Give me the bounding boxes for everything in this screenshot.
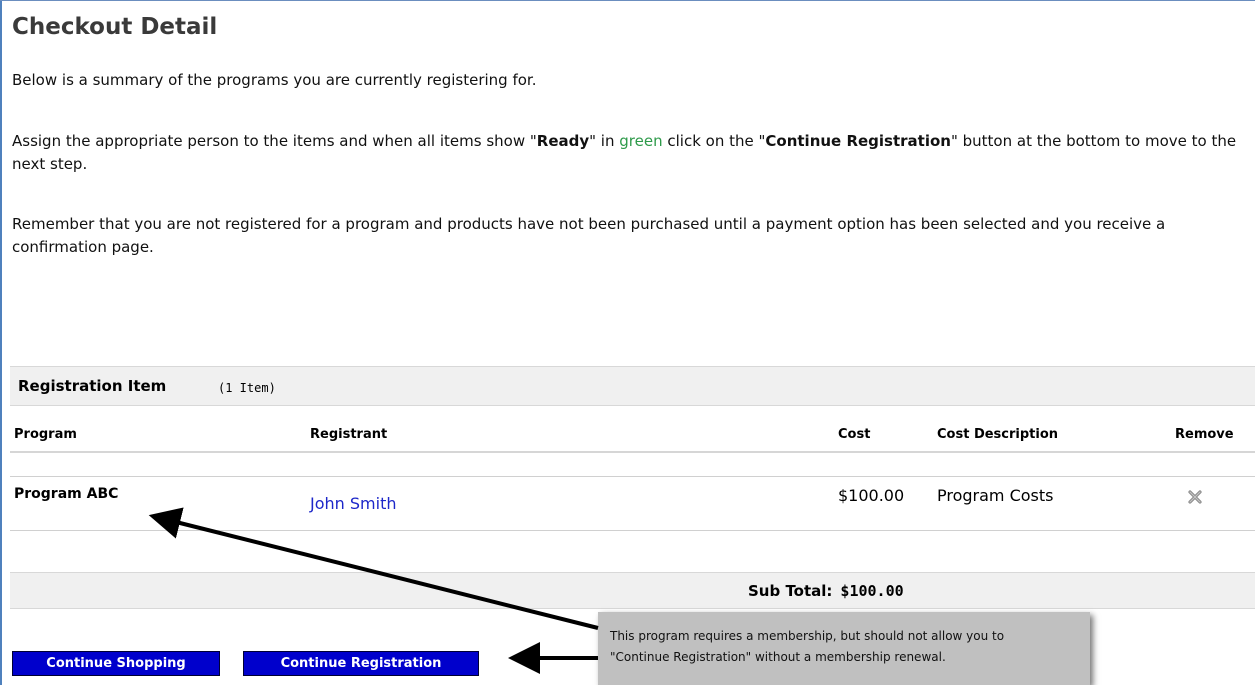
annotation-arrows (148, 507, 599, 674)
arrow-to-program (148, 507, 599, 630)
